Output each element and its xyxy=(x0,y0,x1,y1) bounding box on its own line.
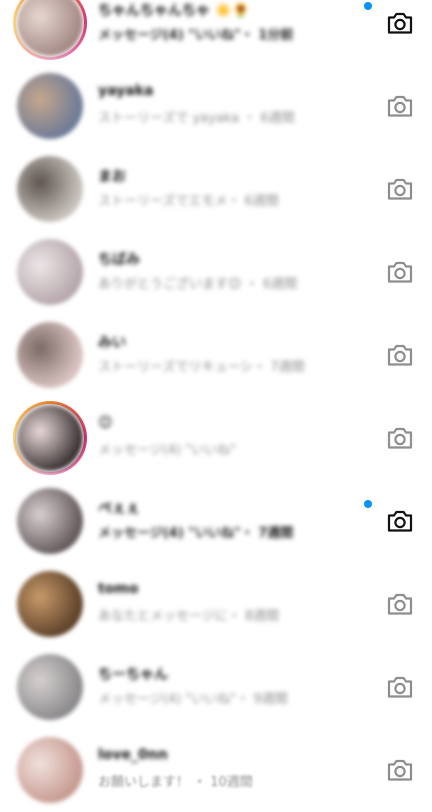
message-preview: ストーリーズで yayaka ・ 6週間 xyxy=(98,111,295,126)
conversation-row[interactable]: ちばみありがとうございます😊 ・ 6週間 xyxy=(0,231,432,314)
camera-icon[interactable] xyxy=(386,757,414,783)
avatar[interactable] xyxy=(17,405,83,471)
message-preview: お願いします！ ・ 10週間 xyxy=(98,775,253,790)
camera-icon[interactable] xyxy=(386,591,414,617)
camera-icon[interactable] xyxy=(386,93,414,119)
conversation-row[interactable]: まおストーリーズでエモメ・ 6週間 xyxy=(0,148,432,231)
conversation-row[interactable]: ちーちゃんメッセージ(4) "いいね"・ 9週間 xyxy=(0,646,432,729)
conversation-list: ちゃんちゃんちゃ ☀️🌻 メッセージ(4) "いいね"・ 1分前 yayaka ストー… xyxy=(0,0,432,803)
message-preview: メッセージ(4) "いいね"・ 1分前 xyxy=(98,28,294,43)
camera-icon[interactable] xyxy=(386,342,414,368)
conversation-row[interactable]: ぺぇぇメッセージ(4) "いいね"・ 7週間 xyxy=(0,480,432,563)
message-preview: ありがとうございます😊 ・ 6週間 xyxy=(98,277,298,292)
conversation-row[interactable]: ちゃんちゃんちゃ ☀️🌻 メッセージ(4) "いいね"・ 1分前 xyxy=(0,0,432,65)
conversation-name: yayaka xyxy=(98,83,154,99)
conversation-row[interactable]: yayaka ストーリーズで yayaka ・ 6週間 xyxy=(0,65,432,148)
conversation-name: ちーちゃん xyxy=(98,667,168,683)
unread-dot-icon xyxy=(364,2,372,10)
message-preview: あなたとメッセージに・ 8週間 xyxy=(98,609,280,624)
unread-dot-icon xyxy=(364,500,372,508)
conversation-row[interactable]: みいストーリーズでリキューシ・ 7週間 xyxy=(0,314,432,397)
camera-icon[interactable] xyxy=(386,508,414,534)
avatar[interactable] xyxy=(17,571,83,637)
avatar[interactable] xyxy=(17,654,83,720)
avatar[interactable] xyxy=(17,322,83,388)
avatar[interactable] xyxy=(17,156,83,222)
message-preview: メッセージ(4) "いいね" xyxy=(98,443,237,458)
camera-icon[interactable] xyxy=(386,674,414,700)
conversation-name: ちゃんちゃんちゃ ☀️🌻 xyxy=(98,3,250,19)
conversation-name: love_0nn xyxy=(98,747,168,763)
conversation-row[interactable]: tomo あなたとメッセージに・ 8週間 xyxy=(0,563,432,646)
message-preview: メッセージ(4) "いいね"・ 7週間 xyxy=(98,526,294,541)
camera-icon[interactable] xyxy=(386,425,414,451)
conversation-name: tomo xyxy=(98,581,139,597)
conversation-name: 😊 xyxy=(98,415,113,431)
camera-icon[interactable] xyxy=(386,10,414,36)
conversation-name: ぺぇぇ xyxy=(98,501,140,517)
message-preview: ストーリーズでリキューシ・ 7週間 xyxy=(98,360,305,375)
message-preview: ストーリーズでエモメ・ 6週間 xyxy=(98,194,279,209)
message-preview: メッセージ(4) "いいね"・ 9週間 xyxy=(98,692,288,707)
conversation-name: ちばみ xyxy=(98,252,140,268)
camera-icon[interactable] xyxy=(386,259,414,285)
conversation-name: まお xyxy=(98,169,126,185)
conversation-row[interactable]: 😊 メッセージ(4) "いいね" xyxy=(0,397,432,480)
avatar[interactable] xyxy=(17,73,83,139)
camera-icon[interactable] xyxy=(386,176,414,202)
avatar[interactable] xyxy=(17,488,83,554)
avatar[interactable] xyxy=(17,737,83,803)
conversation-name: みい xyxy=(98,335,126,351)
avatar[interactable] xyxy=(17,239,83,305)
